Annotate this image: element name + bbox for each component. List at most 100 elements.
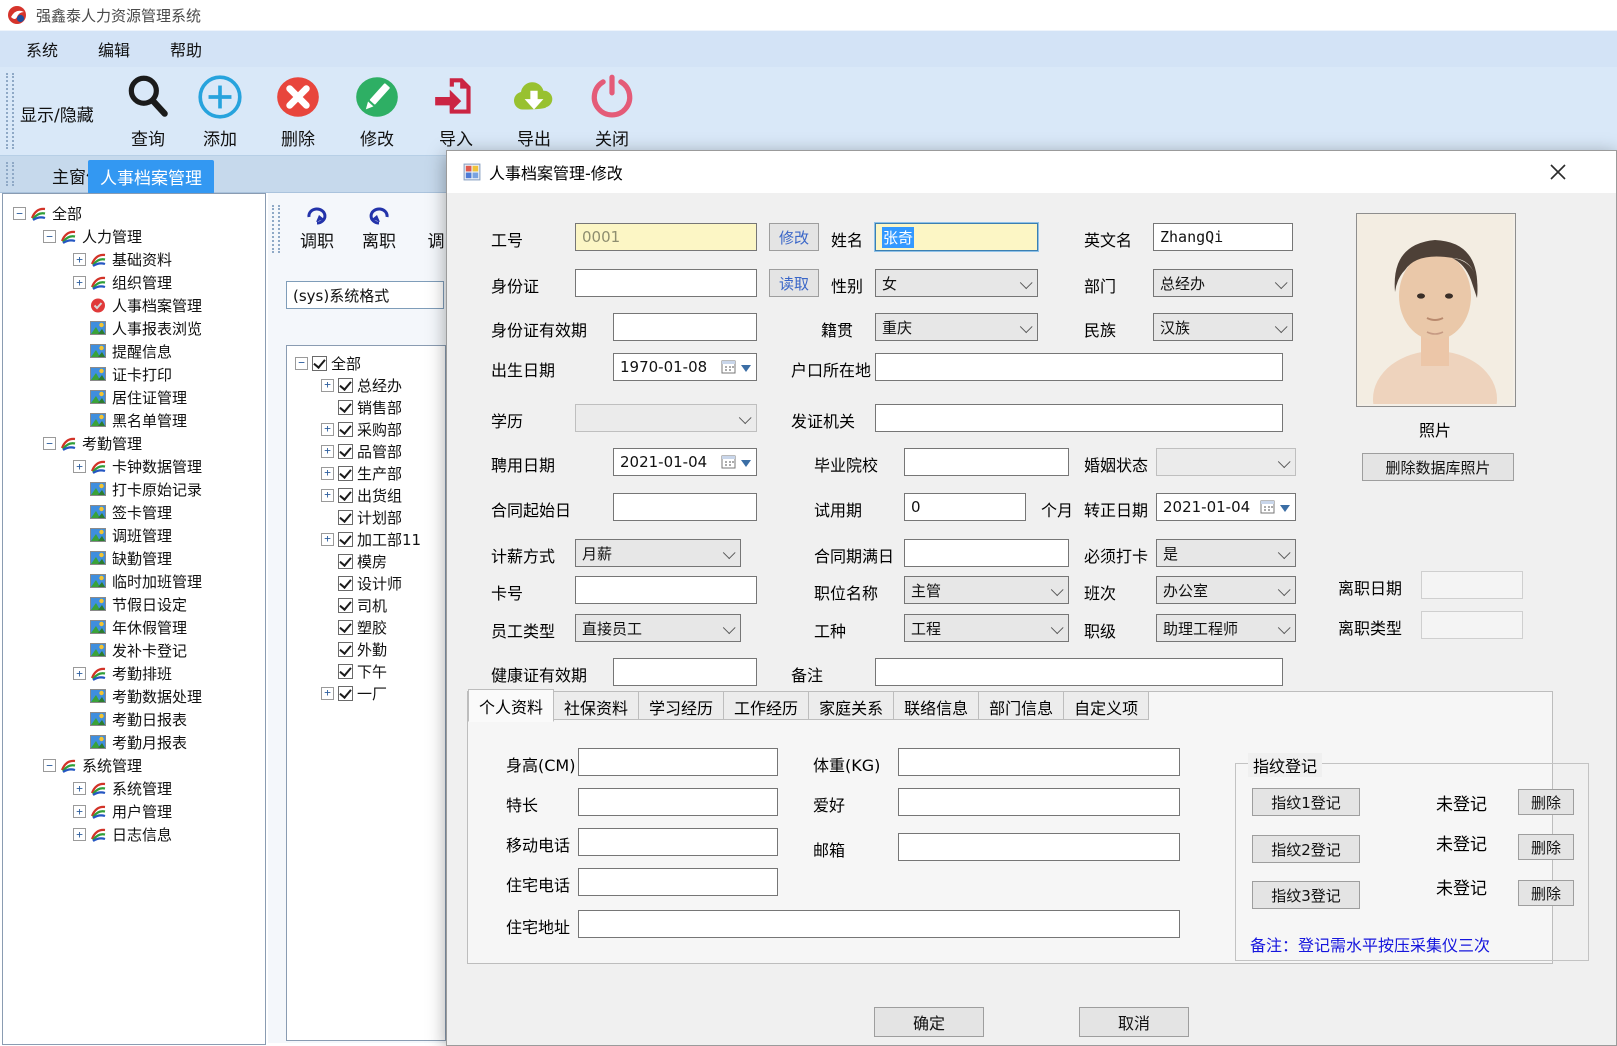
expand-icon[interactable]: + (73, 828, 86, 841)
nav-tree-node[interactable]: −全部 (3, 202, 265, 225)
specialty-input[interactable] (578, 788, 778, 816)
checkbox-checked-icon[interactable] (338, 444, 353, 459)
dialog-titlebar[interactable]: 人事档案管理-修改 (447, 151, 1616, 193)
nav-tree-node[interactable]: 签卡管理 (3, 501, 265, 524)
nav-tree-node[interactable]: 黑名单管理 (3, 409, 265, 432)
dialog-tab-5[interactable]: 联络信息 (894, 691, 979, 720)
expand-icon[interactable]: + (321, 445, 334, 458)
dialog-tab-4[interactable]: 家庭关系 (809, 691, 894, 720)
checkbox-checked-icon[interactable] (338, 378, 353, 393)
checkbox-checked-icon[interactable] (338, 664, 353, 679)
dialog-close-icon[interactable] (1548, 162, 1568, 182)
modify-id-button[interactable]: 修改 (769, 223, 819, 251)
dept-tree-node[interactable]: 塑胶 (287, 616, 445, 638)
nav-tree-node[interactable]: 证卡打印 (3, 363, 265, 386)
expand-icon[interactable]: + (73, 805, 86, 818)
modify-button[interactable]: 修改 (341, 71, 413, 150)
expand-icon[interactable]: + (73, 667, 86, 680)
nav-tree-node[interactable]: +卡钟数据管理 (3, 455, 265, 478)
dept-tree-node[interactable]: +生产部 (287, 462, 445, 484)
dept-tree-node[interactable]: 设计师 (287, 572, 445, 594)
employee-id-input[interactable]: 0001 (575, 223, 757, 251)
nav-tree-node[interactable]: +用户管理 (3, 800, 265, 823)
import-button[interactable]: 导入 (420, 71, 492, 150)
expand-icon[interactable]: + (73, 782, 86, 795)
fingerprint2-delete-button[interactable]: 删除 (1518, 834, 1574, 860)
pay-type-combo[interactable]: 月薪 (575, 539, 741, 567)
expand-icon[interactable]: + (321, 489, 334, 502)
mobile-input[interactable] (578, 828, 778, 856)
fingerprint1-register-button[interactable]: 指纹1登记 (1252, 788, 1360, 816)
collapse-icon[interactable]: − (295, 357, 308, 370)
nav-tree-node[interactable]: 调班管理 (3, 524, 265, 547)
expand-icon[interactable]: + (73, 276, 86, 289)
tabstrip-grip[interactable] (6, 162, 14, 186)
birth-date-picker[interactable]: 1970-01-08 (613, 353, 757, 381)
menu-help[interactable]: 帮助 (156, 33, 216, 65)
fingerprint3-register-button[interactable]: 指纹3登记 (1252, 881, 1360, 909)
rank-combo[interactable]: 助理工程师 (1156, 614, 1296, 642)
dialog-tab-0[interactable]: 个人资料 (468, 689, 554, 722)
nav-tree-node[interactable]: +日志信息 (3, 823, 265, 846)
nav-tree-node[interactable]: 节假日设定 (3, 593, 265, 616)
expand-icon[interactable]: + (321, 687, 334, 700)
checkbox-checked-icon[interactable] (338, 422, 353, 437)
nav-tree-node[interactable]: +考勤排班 (3, 662, 265, 685)
email-input[interactable] (898, 833, 1180, 861)
nav-tree-node[interactable]: 考勤月报表 (3, 731, 265, 754)
dialog-tab-7[interactable]: 自定义项 (1064, 691, 1149, 720)
dept-tree-node[interactable]: +一厂 (287, 682, 445, 704)
employee-type-combo[interactable]: 直接员工 (575, 614, 741, 642)
home-phone-input[interactable] (578, 868, 778, 896)
education-combo[interactable] (575, 404, 757, 432)
resign-date-input[interactable] (1421, 571, 1523, 599)
nav-tree-node[interactable]: 人事报表浏览 (3, 317, 265, 340)
checkbox-checked-icon[interactable] (338, 620, 353, 635)
expand-icon[interactable]: + (73, 253, 86, 266)
hire-date-picker[interactable]: 2021-01-04 (613, 448, 757, 476)
dialog-tab-3[interactable]: 工作经历 (724, 691, 809, 720)
nav-tree-node[interactable]: −考勤管理 (3, 432, 265, 455)
expand-icon[interactable]: + (73, 460, 86, 473)
dept-tree-node[interactable]: 计划部 (287, 506, 445, 528)
nav-tree-node[interactable]: 年休假管理 (3, 616, 265, 639)
height-input[interactable] (578, 748, 778, 776)
checkbox-checked-icon[interactable] (338, 642, 353, 657)
probation-input[interactable]: 0 (904, 493, 1026, 521)
nav-tree-node[interactable]: −人力管理 (3, 225, 265, 248)
cancel-button[interactable]: 取消 (1079, 1007, 1189, 1037)
nav-tree-node[interactable]: 发补卡登记 (3, 639, 265, 662)
gender-combo[interactable]: 女 (875, 269, 1038, 297)
dept-tree-node[interactable]: 模房 (287, 550, 445, 572)
dept-tree-node[interactable]: 外勤 (287, 638, 445, 660)
dialog-tab-1[interactable]: 社保资料 (554, 691, 639, 720)
nav-tree-node[interactable]: 居住证管理 (3, 386, 265, 409)
dept-tree-node[interactable]: +出货组 (287, 484, 445, 506)
transfer-button[interactable]: 调职 (288, 201, 346, 252)
fingerprint1-delete-button[interactable]: 删除 (1518, 789, 1574, 815)
read-id-button[interactable]: 读取 (769, 269, 819, 297)
menu-system[interactable]: 系统 (12, 33, 72, 65)
format-combo[interactable]: (sys)系统格式 (286, 281, 444, 309)
ok-button[interactable]: 确定 (874, 1007, 984, 1037)
expand-icon[interactable]: + (321, 533, 334, 546)
nav-tree-node[interactable]: 打卡原始记录 (3, 478, 265, 501)
dept-tree-node[interactable]: 下午 (287, 660, 445, 682)
contract-end-input[interactable] (904, 539, 1069, 567)
ethnicity-combo[interactable]: 汉族 (1153, 313, 1293, 341)
nav-tree-node[interactable]: 考勤数据处理 (3, 685, 265, 708)
menu-edit[interactable]: 编辑 (84, 33, 144, 65)
card-number-input[interactable] (575, 576, 757, 604)
shift-combo[interactable]: 办公室 (1156, 576, 1296, 604)
graduate-school-input[interactable] (904, 448, 1069, 476)
contract-start-input[interactable] (613, 493, 757, 521)
nav-tree-node[interactable]: 人事档案管理 (3, 294, 265, 317)
checkbox-checked-icon[interactable] (338, 598, 353, 613)
checkbox-checked-icon[interactable] (338, 554, 353, 569)
must-clock-combo[interactable]: 是 (1156, 539, 1296, 567)
tab-personnel-archive[interactable]: 人事档案管理 (88, 160, 214, 194)
checkbox-checked-icon[interactable] (338, 532, 353, 547)
checkbox-checked-icon[interactable] (338, 400, 353, 415)
toolbar-grip[interactable] (6, 73, 14, 149)
expand-icon[interactable]: + (321, 423, 334, 436)
